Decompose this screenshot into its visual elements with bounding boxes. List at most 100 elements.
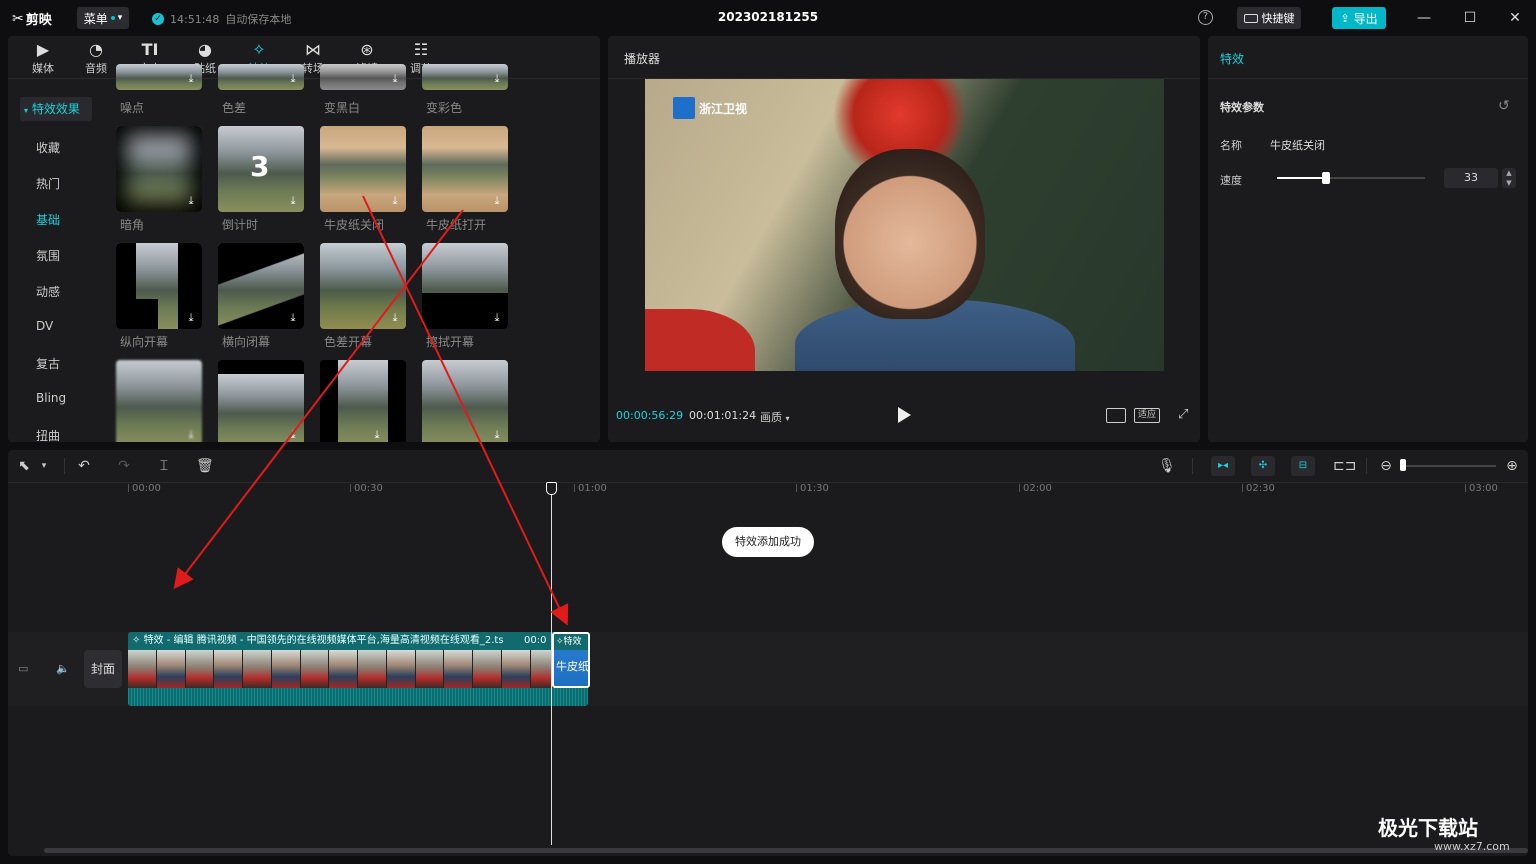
delete-icon[interactable]: 🗑	[196, 458, 214, 474]
download-icon[interactable]: ⤓	[286, 72, 300, 86]
ruler-label: 02:00	[1023, 483, 1052, 494]
download-icon[interactable]: ⤓	[388, 72, 402, 86]
reset-icon[interactable]: ↺	[1498, 98, 1510, 114]
category-dv[interactable]: DV	[36, 319, 53, 333]
auto-snap-icon[interactable]: ✣	[1251, 456, 1275, 476]
export-button[interactable]: ⇪ 导出	[1332, 7, 1386, 29]
effect-thumb-vertical-open[interactable]: ⤓	[116, 243, 202, 329]
zoom-slider-handle[interactable]	[1400, 459, 1406, 471]
fullscreen-icon[interactable]: ⤢	[1178, 408, 1192, 422]
category-header[interactable]: ▾ 特效效果	[20, 97, 92, 121]
download-icon[interactable]: ⤓	[490, 311, 504, 325]
download-icon[interactable]: ⤓	[490, 72, 504, 86]
ruler-tick	[1465, 484, 1466, 492]
undo-icon[interactable]: ↶	[76, 458, 92, 474]
speed-input[interactable]: 33	[1444, 168, 1498, 188]
category-dynamic[interactable]: 动感	[36, 283, 60, 300]
chevron-down-icon[interactable]: ▾	[38, 458, 50, 474]
mute-icon[interactable]: 🔈	[56, 662, 70, 675]
effect-thumb-kraft-close[interactable]: ⤓	[320, 126, 406, 212]
effect-thumb[interactable]: ⤓	[116, 360, 202, 442]
playhead-handle[interactable]	[546, 482, 557, 495]
download-icon[interactable]: ⤓	[490, 194, 504, 208]
effect-thumb[interactable]: ⤓	[422, 360, 508, 442]
effect-thumb-wipe-open[interactable]: ⤓	[422, 243, 508, 329]
effect-thumb[interactable]: ⤓	[320, 64, 406, 90]
video-track-icon[interactable]: ▭	[18, 662, 28, 675]
download-icon[interactable]: ⤓	[184, 194, 198, 208]
waveform-icon[interactable]	[1106, 408, 1126, 423]
effect-thumb[interactable]: ⤓	[218, 360, 304, 442]
effect-thumb-chroma-open[interactable]: ⤓	[320, 243, 406, 329]
play-icon[interactable]	[896, 406, 912, 424]
close-icon[interactable]: ✕	[1505, 8, 1525, 28]
ruler-tick	[796, 484, 797, 492]
download-icon[interactable]: ⤓	[490, 428, 504, 442]
shortcut-button[interactable]: 快捷键	[1237, 7, 1301, 29]
category-distort[interactable]: 扭曲	[36, 427, 60, 442]
effect-thumb[interactable]: ⤓	[218, 64, 304, 90]
divider	[8, 482, 1528, 483]
redo-icon: ↷	[118, 458, 130, 474]
channel-logo-icon	[673, 97, 695, 119]
speed-stepper[interactable]: ▲ ▼	[1502, 168, 1516, 188]
minimize-icon[interactable]: —	[1414, 8, 1434, 28]
help-icon[interactable]: ?	[1198, 10, 1213, 25]
video-preview[interactable]: 浙江卫视	[645, 79, 1164, 371]
download-icon[interactable]: ⤓	[388, 311, 402, 325]
category-bling[interactable]: Bling	[36, 391, 66, 405]
preview-axis-icon[interactable]: ⊏⊐	[1333, 458, 1356, 474]
tab-audio[interactable]: ◔ 音频	[69, 40, 123, 76]
microphone-icon[interactable]: 🎙	[1158, 458, 1176, 474]
effect-params-panel: 特效 特效参数 ↺ 名称 牛皮纸关闭 速度 33 ▲ ▼	[1208, 36, 1528, 442]
adjust-icon: ☷	[413, 40, 429, 59]
category-basic[interactable]: 基础	[36, 211, 60, 228]
video-clip[interactable]: ✧ 特效 - 编辑 腾讯视频 - 中国领先的在线视频媒体平台,海量高清视频在线观…	[128, 632, 588, 706]
ruler-tick	[128, 484, 129, 492]
ratio-button[interactable]: 适应	[1134, 408, 1160, 423]
filter-icon: ⊛	[360, 40, 374, 59]
effect-thumb-horizontal-close[interactable]: ⤓	[218, 243, 304, 329]
category-atmosphere[interactable]: 氛围	[36, 247, 60, 264]
download-icon[interactable]: ⤓	[184, 72, 198, 86]
download-icon[interactable]: ⤓	[184, 428, 198, 442]
category-hot[interactable]: 热门	[36, 175, 60, 192]
ruler-label: 03:00	[1469, 483, 1498, 494]
main-track-magnet-icon[interactable]: ▸◂	[1211, 456, 1235, 476]
effect-thumb-kraft-open[interactable]: ⤓	[422, 126, 508, 212]
ruler-label: 01:30	[800, 483, 829, 494]
sticker-icon: ◕	[198, 40, 212, 59]
download-icon[interactable]: ⤓	[286, 311, 300, 325]
category-retro[interactable]: 复古	[36, 355, 60, 372]
horizontal-scrollbar[interactable]	[44, 848, 1528, 853]
channel-logo-text: 浙江卫视	[699, 101, 748, 116]
split-icon[interactable]: ⌶	[156, 458, 172, 474]
ruler-tick	[574, 484, 575, 492]
maximize-icon[interactable]: ☐	[1460, 8, 1480, 28]
zoom-slider-track[interactable]	[1404, 465, 1496, 467]
cover-button[interactable]: 封面	[84, 650, 122, 688]
category-favorites[interactable]: 收藏	[36, 139, 60, 156]
zoom-in-icon[interactable]: ⊕	[1504, 458, 1520, 474]
select-cursor-icon[interactable]: ⬉	[16, 458, 32, 474]
effect-thumb[interactable]: ⤓	[422, 64, 508, 90]
timeline-panel: ⬉ ▾ ↶ ↷ ⌶ 🗑 🎙 ▸◂ ✣ ⊟ ⊏⊐ ⊖ ⊕ 00:00 00:30 …	[8, 450, 1528, 856]
effect-thumb[interactable]: ⤓	[116, 64, 202, 90]
playhead[interactable]	[551, 483, 552, 845]
tab-media[interactable]: ▶ 媒体	[16, 40, 70, 76]
download-icon[interactable]: ⤓	[184, 311, 198, 325]
zoom-out-icon[interactable]: ⊖	[1378, 458, 1394, 474]
speed-slider-handle[interactable]	[1322, 172, 1330, 184]
quality-dropdown[interactable]: 画质 ▾	[760, 409, 790, 425]
download-icon[interactable]: ⤓	[388, 194, 402, 208]
download-icon[interactable]: ⤓	[286, 194, 300, 208]
download-icon[interactable]: ⤓	[370, 428, 384, 442]
effect-thumb[interactable]: ⤓	[320, 360, 406, 442]
effect-clip[interactable]: ✧特效 牛皮纸	[552, 632, 590, 688]
download-icon[interactable]: ⤓	[286, 428, 300, 442]
effect-thumb-vignette[interactable]: ⤓	[116, 126, 202, 212]
effect-thumb-countdown[interactable]: 3 ⤓	[218, 126, 304, 212]
title-bar: ✂ 剪映 菜单 ▾ ✓ 14:51:48 自动保存本地 202302181255…	[0, 0, 1536, 36]
linkage-icon[interactable]: ⊟	[1291, 456, 1315, 476]
shortcut-label: 快捷键	[1261, 12, 1295, 25]
